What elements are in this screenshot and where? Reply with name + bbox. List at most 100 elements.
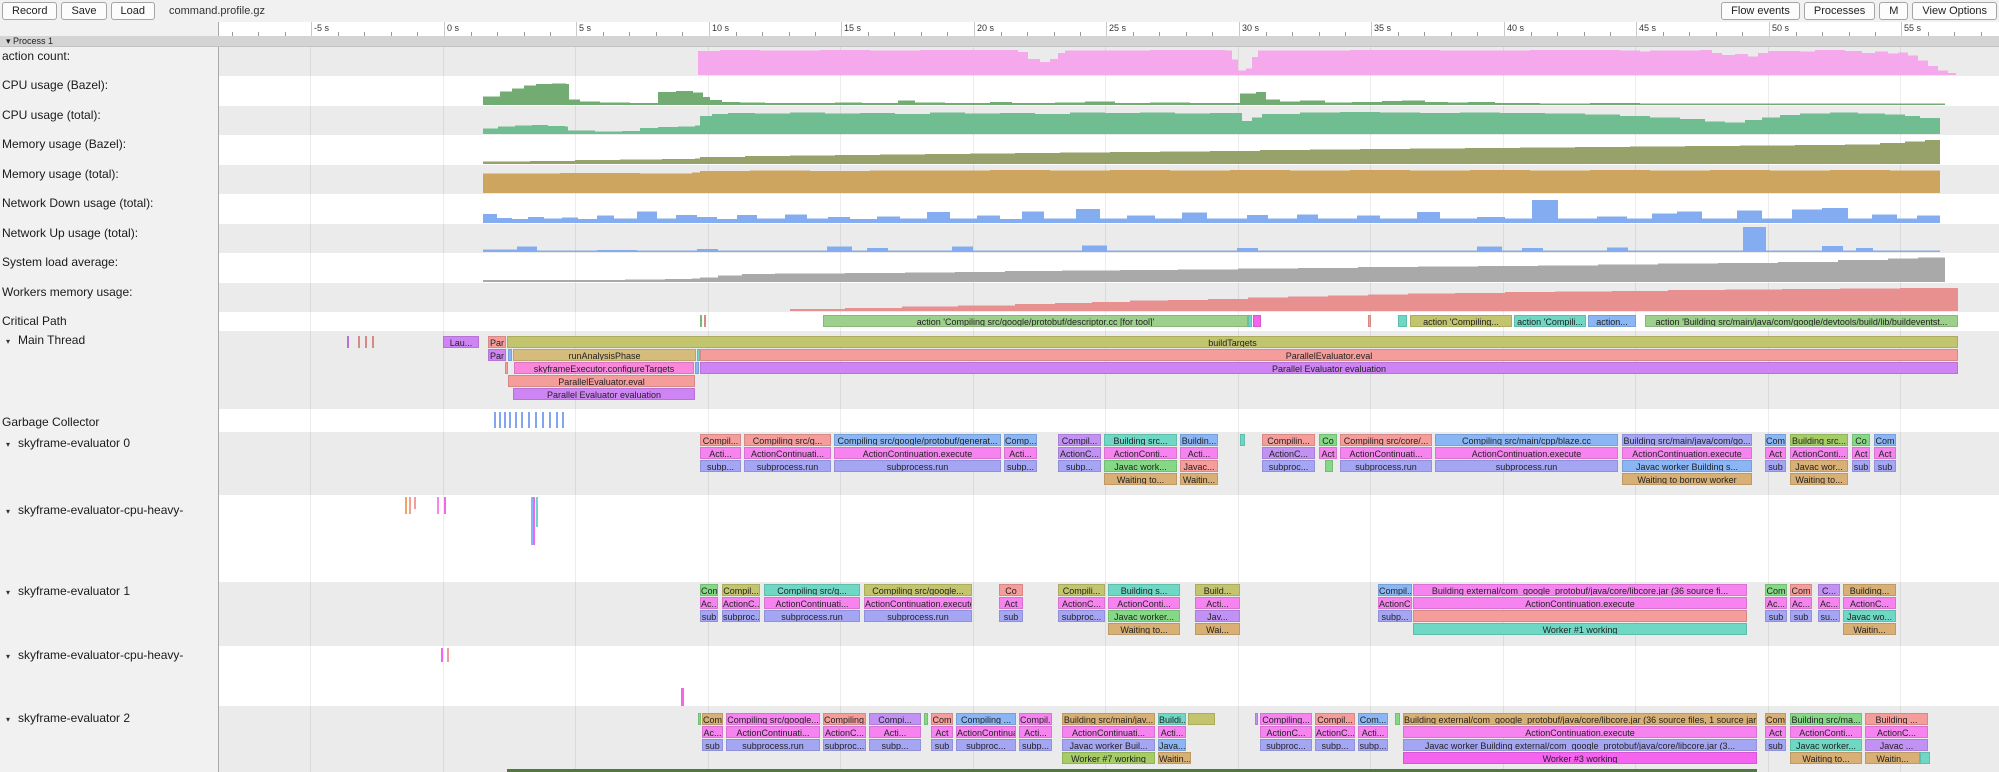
trace-slice[interactable]: Acti...: [1158, 726, 1186, 738]
trace-slice[interactable]: [358, 336, 360, 348]
trace-slice[interactable]: subprocess.run: [744, 460, 831, 472]
trace-slice[interactable]: Compil...: [722, 584, 760, 596]
trace-slice[interactable]: ActionConti...: [1790, 447, 1848, 459]
trace-slice[interactable]: skyframeExecutor.configureTargets: [514, 362, 694, 374]
trace-slice[interactable]: Compil...: [1378, 584, 1412, 596]
trace-slice[interactable]: Compiling src/google...: [864, 584, 972, 596]
trace-slice[interactable]: ActionContinuation.execute: [1622, 447, 1752, 459]
gc-tick[interactable]: [494, 412, 496, 428]
collapse-arrow-icon[interactable]: ▾: [6, 440, 18, 449]
trace-slice[interactable]: C...: [1818, 584, 1840, 596]
trace-slice[interactable]: subp...: [869, 739, 921, 751]
gc-tick[interactable]: [504, 412, 506, 428]
trace-slice[interactable]: sub: [999, 610, 1023, 622]
trace-slice[interactable]: Waitin...: [1180, 473, 1218, 485]
trace-slice[interactable]: sub: [1765, 739, 1786, 751]
trace-slice[interactable]: subproc...: [823, 739, 866, 751]
trace-slice[interactable]: Ac...: [1790, 597, 1812, 609]
trace-slice[interactable]: Compiling...: [823, 713, 866, 725]
trace-slice[interactable]: Waiting to...: [1104, 473, 1177, 485]
trace-slice[interactable]: Worker #1 working: [1413, 623, 1747, 635]
load-button[interactable]: Load: [111, 2, 155, 20]
collapse-arrow-icon[interactable]: ▾: [6, 507, 18, 516]
trace-slice[interactable]: Act: [1852, 447, 1870, 459]
trace-slice[interactable]: Ac...: [1818, 597, 1840, 609]
trace-slice[interactable]: Acti...: [1195, 597, 1240, 609]
trace-tick[interactable]: [405, 497, 407, 514]
trace-tick[interactable]: [533, 497, 535, 545]
trace-slice[interactable]: Com: [1765, 434, 1786, 446]
trace-slice[interactable]: Com: [702, 713, 723, 725]
trace-slice[interactable]: subp...: [1315, 739, 1355, 751]
save-button[interactable]: Save: [61, 2, 106, 20]
track-label-skyframe-evaluator-cpu-heavy[interactable]: ▾skyframe-evaluator-cpu-heavy-: [2, 503, 183, 517]
trace-slice[interactable]: Par: [488, 349, 506, 361]
trace-slice[interactable]: Act: [1765, 447, 1786, 459]
trace-slice[interactable]: Waiting to...: [1790, 473, 1848, 485]
trace-slice[interactable]: action 'Building src/main/java/com/googl…: [1645, 315, 1958, 327]
trace-slice[interactable]: Act: [1765, 726, 1786, 738]
gc-tick[interactable]: [562, 412, 564, 428]
trace-slice[interactable]: Waitin...: [1158, 752, 1191, 764]
trace-slice[interactable]: Co: [1852, 434, 1870, 446]
trace-slice[interactable]: Compil...: [1019, 713, 1052, 725]
chart-system-load-average[interactable]: [0, 255, 1999, 282]
trace-slice[interactable]: Compiling src/main/cpp/blaze.cc: [1435, 434, 1618, 446]
trace-slice[interactable]: subprocess.run: [834, 460, 1001, 472]
trace-slice[interactable]: [347, 336, 349, 348]
trace-slice[interactable]: [372, 336, 374, 348]
trace-slice[interactable]: subp...: [1019, 739, 1052, 751]
trace-slice[interactable]: Acti...: [1019, 726, 1052, 738]
trace-slice[interactable]: subprocess.run: [864, 610, 972, 622]
trace-slice[interactable]: Acti...: [1004, 447, 1037, 459]
trace-slice[interactable]: ActionContinuation.execute: [1435, 447, 1618, 459]
chart-cpu-usage-bazel[interactable]: [0, 78, 1999, 105]
gc-tick[interactable]: [509, 412, 511, 428]
m-button[interactable]: M: [1879, 2, 1908, 20]
gc-tick[interactable]: [542, 412, 544, 428]
trace-slice[interactable]: ActionContinua...: [956, 726, 1016, 738]
record-button[interactable]: Record: [2, 2, 57, 20]
timeline-tracks[interactable]: action 'Compiling src/google/protobuf/de…: [0, 47, 1999, 772]
trace-slice[interactable]: Buildin...: [1180, 434, 1218, 446]
trace-slice[interactable]: [1398, 315, 1407, 327]
gc-tick[interactable]: [499, 412, 501, 428]
trace-slice[interactable]: Javac worker...: [1108, 610, 1180, 622]
trace-slice[interactable]: sub: [702, 739, 723, 751]
track-label-skyframe-evaluator-1[interactable]: ▾skyframe-evaluator 1: [2, 584, 130, 598]
trace-slice[interactable]: Com: [1765, 584, 1787, 596]
gc-tick[interactable]: [556, 412, 558, 428]
trace-slice[interactable]: Building src/ma...: [1790, 713, 1862, 725]
trace-slice[interactable]: Worker #7 working: [1062, 752, 1155, 764]
trace-slice[interactable]: Building src/main/jav...: [1062, 713, 1155, 725]
trace-slice[interactable]: [698, 713, 701, 725]
trace-slice[interactable]: subproc...: [1262, 460, 1315, 472]
trace-slice[interactable]: Compil...: [1058, 434, 1101, 446]
trace-slice[interactable]: Com...: [1358, 713, 1388, 725]
trace-slice[interactable]: Act: [999, 597, 1023, 609]
trace-slice[interactable]: [505, 362, 508, 374]
trace-slice[interactable]: [1240, 434, 1245, 446]
trace-slice[interactable]: action 'Compiling...: [1410, 315, 1512, 327]
trace-slice[interactable]: [1395, 713, 1400, 725]
trace-slice[interactable]: Waiting to...: [1108, 623, 1180, 635]
trace-slice[interactable]: su...: [1818, 610, 1840, 622]
trace-slice[interactable]: Java...: [1158, 739, 1186, 751]
collapse-arrow-icon[interactable]: ▾: [6, 652, 18, 661]
trace-slice[interactable]: Building src...: [1104, 434, 1177, 446]
trace-slice[interactable]: Com: [931, 713, 953, 725]
trace-slice[interactable]: Act: [1319, 447, 1337, 459]
trace-slice[interactable]: Javac wor...: [1790, 460, 1848, 472]
trace-slice[interactable]: Javac work...: [1104, 460, 1177, 472]
trace-slice[interactable]: [365, 336, 367, 348]
trace-slice[interactable]: Buildi...: [1158, 713, 1186, 725]
trace-slice[interactable]: ActionContinuati...: [744, 447, 831, 459]
trace-slice[interactable]: subproc...: [1260, 739, 1312, 751]
trace-slice[interactable]: Parallel Evaluator evaluation: [700, 362, 1958, 374]
trace-tick[interactable]: [441, 648, 443, 662]
trace-slice[interactable]: subp...: [1058, 460, 1101, 472]
trace-slice[interactable]: subprocess.run: [726, 739, 820, 751]
chart-workers-memory-usage[interactable]: [0, 284, 1999, 311]
process-header[interactable]: ▾ Process 1: [0, 36, 1999, 47]
trace-slice[interactable]: ActionContinuati...: [1062, 726, 1155, 738]
